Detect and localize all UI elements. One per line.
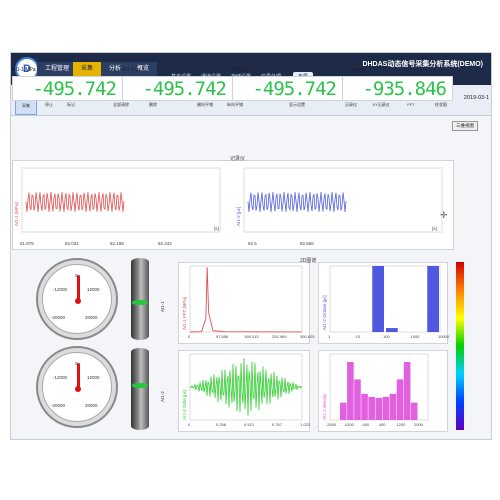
- density-bar: [375, 397, 383, 420]
- octave-xtick-1: 10: [356, 334, 361, 339]
- density-bar: [389, 393, 397, 420]
- octave-xtick-3: 1000: [411, 334, 421, 339]
- density-xtick-5: 2000: [414, 422, 424, 427]
- density-xtick-1: -1200: [344, 422, 355, 427]
- octave-xtick-0: 1: [328, 334, 331, 339]
- fft-xtick-2: 195.313: [244, 334, 259, 339]
- density-xtick-2: -400: [361, 422, 370, 427]
- density-bar: [410, 402, 418, 420]
- orbit-xtick-0: 0: [188, 422, 191, 427]
- density-bar: [382, 396, 390, 420]
- density-bar: [340, 402, 347, 420]
- density-xtick-4: 1200: [396, 422, 406, 427]
- density-bar: [403, 362, 411, 420]
- orbit-xtick-4: 1.023: [300, 422, 311, 427]
- density-bar: [368, 396, 375, 420]
- density-bar: [347, 362, 354, 420]
- octave-bar: [386, 328, 398, 332]
- octave-bar: [427, 266, 439, 332]
- density-bar: [396, 379, 404, 420]
- colorbar: [456, 262, 464, 430]
- fft-xtick-1: 97.656: [216, 334, 229, 339]
- density-xtick-0: -2000: [326, 422, 337, 427]
- octave-ylabel: AI1-2 Octave [με]: [322, 295, 327, 330]
- density-xtick-3: 400: [379, 422, 386, 427]
- orbit-xtick-3: 0.767: [272, 422, 283, 427]
- octave-xtick-4: 10000: [438, 334, 450, 339]
- fft-xtick-0: 0: [188, 334, 191, 339]
- fft-xtick-3: 292.969: [272, 334, 287, 339]
- octave-bar: [372, 266, 384, 332]
- orbit-ylabel: AI1-2 Orbit [με]: [182, 390, 187, 420]
- density-ylabel: AI1-2 density: [322, 393, 327, 420]
- density-bar: [361, 393, 368, 420]
- fft-xtick-4: 390.625: [300, 334, 315, 339]
- orbit-series-line: [189, 358, 303, 416]
- charts-svg: 0 97.656 195.313 292.969 390.625 AI1-1 FFT [M…: [182, 265, 450, 427]
- octave-xtick-2: 100: [383, 334, 390, 339]
- density-bar: [354, 379, 361, 420]
- fft-series-line: [189, 267, 302, 333]
- orbit-xtick-2: 0.512: [244, 422, 255, 427]
- orbit-xtick-1: 0.256: [216, 422, 227, 427]
- octave-plot-area: [329, 265, 441, 333]
- fft-ylabel: AI1-1 FFT [MPa]: [182, 297, 187, 330]
